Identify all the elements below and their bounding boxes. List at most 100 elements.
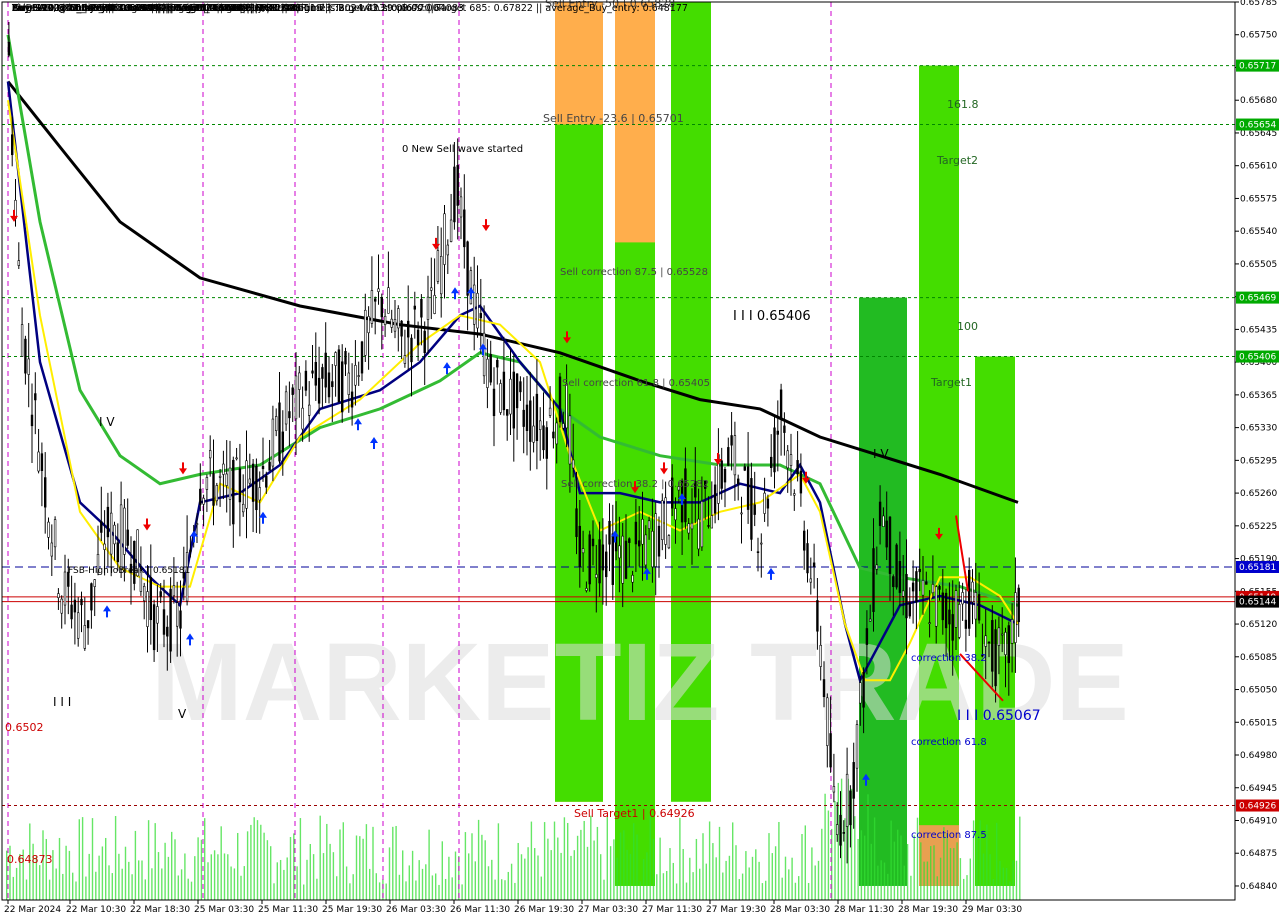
candle-body bbox=[373, 298, 377, 302]
volume-bar bbox=[755, 849, 757, 900]
volume-bar bbox=[312, 854, 315, 900]
candle-body bbox=[126, 529, 129, 546]
candle-body bbox=[631, 574, 634, 583]
annotation-label: I I I bbox=[53, 695, 71, 709]
candle-body bbox=[845, 773, 849, 827]
candle-body bbox=[786, 450, 789, 469]
volume-bar bbox=[613, 839, 615, 900]
candle-body bbox=[400, 320, 403, 337]
candle-body bbox=[674, 508, 677, 521]
y-tick-label: 0.65785 bbox=[1240, 0, 1277, 8]
candle-body bbox=[991, 620, 994, 672]
candle-body bbox=[232, 459, 235, 525]
candle-body bbox=[1014, 592, 1017, 643]
annotation-label: Sell Entry -23.6 | 0.65701 bbox=[543, 112, 684, 125]
candle-body bbox=[344, 351, 347, 365]
candle-body bbox=[934, 586, 938, 627]
volume-bar bbox=[411, 850, 414, 900]
candle-body bbox=[918, 568, 921, 573]
candle-body bbox=[763, 492, 766, 514]
annotation-label: Target2 bbox=[936, 154, 978, 167]
volume-bar bbox=[349, 883, 351, 900]
candle-body bbox=[720, 460, 723, 489]
volume-bar bbox=[359, 836, 361, 900]
candle-body bbox=[654, 513, 657, 567]
volume-bar bbox=[471, 833, 473, 900]
candle-body bbox=[595, 574, 598, 578]
candle-body bbox=[938, 586, 941, 590]
volume-bar bbox=[580, 829, 582, 900]
candle-body bbox=[218, 475, 222, 478]
price-tag-label: 0.64926 bbox=[1239, 802, 1276, 812]
volume-bar bbox=[167, 856, 170, 900]
candle-body bbox=[156, 606, 159, 624]
candle-body bbox=[261, 465, 265, 470]
candle-body bbox=[103, 543, 106, 550]
price-chart: MARKETIZ TRADE Sell Entry -50 | 0.65828S… bbox=[1, 0, 1279, 915]
volume-bar bbox=[114, 816, 117, 900]
volume-bar bbox=[415, 880, 417, 900]
candle-body bbox=[162, 609, 166, 635]
volume-bar bbox=[857, 838, 859, 900]
candle-body bbox=[106, 506, 110, 538]
volume-bar bbox=[550, 850, 552, 900]
volume-bar bbox=[187, 878, 189, 900]
candle-body bbox=[360, 341, 364, 374]
candle-body bbox=[994, 629, 997, 687]
sell-arrow bbox=[660, 462, 668, 475]
volume-bar bbox=[501, 879, 503, 900]
volume-bar bbox=[679, 817, 681, 900]
candle-body bbox=[212, 473, 215, 506]
candle-body bbox=[806, 543, 809, 574]
candle-body bbox=[100, 521, 103, 533]
volume-bar bbox=[649, 815, 651, 900]
candle-body bbox=[727, 447, 730, 466]
volume-bar bbox=[807, 882, 810, 900]
candle-body bbox=[766, 498, 770, 509]
annotation-label: Sell correction 87.5 | 0.65528 bbox=[560, 267, 708, 278]
candle-body bbox=[799, 470, 803, 494]
volume-bar bbox=[712, 843, 714, 900]
candle-body bbox=[608, 520, 611, 545]
volume-bar bbox=[824, 793, 826, 900]
volume-bar bbox=[108, 865, 110, 900]
volume-bar bbox=[497, 823, 500, 900]
candle-body bbox=[406, 320, 410, 338]
volume-bar bbox=[563, 817, 566, 900]
x-tick-label: 29 Mar 03:30 bbox=[962, 905, 1022, 915]
candle-body bbox=[578, 525, 582, 568]
candle-body bbox=[901, 590, 905, 597]
volume-bar bbox=[336, 876, 338, 900]
candle-body bbox=[832, 786, 836, 793]
volume-bar bbox=[926, 861, 929, 900]
candle-body bbox=[977, 594, 981, 621]
x-tick-label: 26 Mar 19:30 bbox=[514, 905, 574, 915]
volume-bar bbox=[177, 875, 179, 900]
y-tick-label: 0.65435 bbox=[1240, 325, 1277, 335]
candle-body bbox=[489, 354, 492, 383]
candle-body bbox=[908, 602, 912, 617]
candle-body bbox=[723, 468, 727, 483]
volume-bar bbox=[491, 859, 493, 900]
volume-bar bbox=[982, 853, 985, 900]
candle-body bbox=[143, 586, 146, 602]
candle-body bbox=[195, 523, 199, 526]
price-tag-label: 0.65717 bbox=[1239, 62, 1276, 72]
volume-bar bbox=[774, 846, 777, 900]
volume-bar bbox=[520, 854, 523, 900]
volume-bar bbox=[751, 856, 754, 900]
volume-bar bbox=[210, 854, 212, 900]
volume-bar bbox=[946, 832, 948, 900]
volume-bar bbox=[91, 818, 94, 900]
volume-bar bbox=[378, 882, 381, 900]
y-tick-label: 0.65260 bbox=[1240, 489, 1277, 499]
volume-bar bbox=[748, 867, 750, 900]
candle-body bbox=[700, 501, 704, 548]
sell-arrow bbox=[179, 462, 187, 475]
volume-bar bbox=[672, 862, 674, 900]
volume-bar bbox=[603, 879, 605, 900]
candle-body bbox=[522, 409, 525, 427]
y-tick-label: 0.65365 bbox=[1240, 391, 1277, 401]
candle-body bbox=[661, 500, 664, 540]
candle-body bbox=[433, 295, 436, 314]
